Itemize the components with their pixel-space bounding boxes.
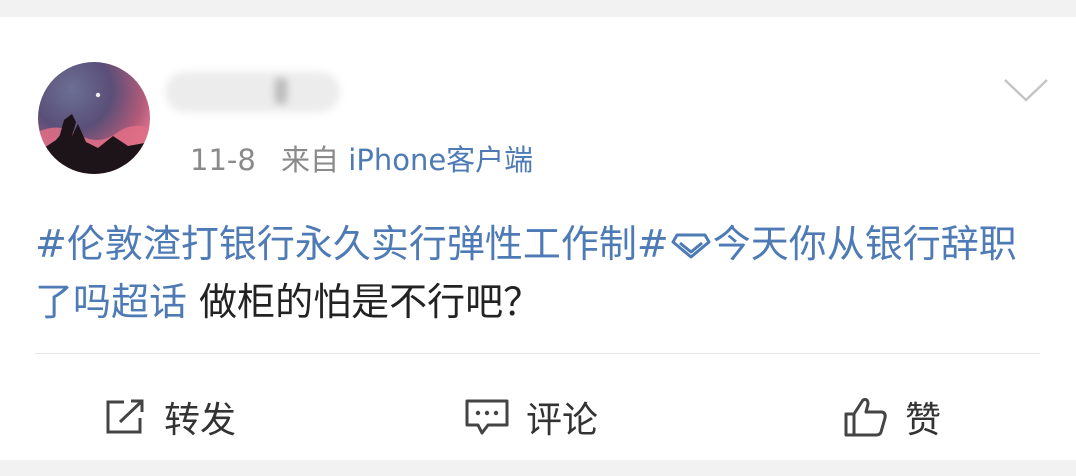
topic-link[interactable]: #伦敦渣打银行永久实行弹性工作制# bbox=[35, 222, 669, 266]
divider bbox=[35, 353, 1040, 354]
post-meta: 11-8 来自 iPhone客户端 bbox=[190, 137, 533, 179]
like-label: 赞 bbox=[905, 400, 942, 441]
thumbs-up-icon bbox=[844, 398, 887, 437]
post-time: 11-8 bbox=[190, 143, 256, 177]
diamond-icon bbox=[671, 233, 711, 259]
repost-button[interactable]: 转发 bbox=[104, 392, 236, 442]
comment-bubble-icon bbox=[465, 399, 509, 435]
post-text: 做柜的怕是不行吧？ bbox=[199, 280, 542, 324]
source-device-link[interactable]: iPhone客户端 bbox=[348, 143, 533, 177]
chevron-down-icon[interactable] bbox=[1003, 77, 1049, 103]
avatar[interactable] bbox=[38, 62, 150, 174]
comment-label: 评论 bbox=[526, 400, 599, 441]
like-button[interactable]: 赞 bbox=[843, 392, 941, 442]
post-content: #伦敦渣打银行永久实行弹性工作制# 今天你从银行辞职了吗超话 做柜的怕是不行吧？ bbox=[35, 215, 1045, 331]
comment-button[interactable]: 评论 bbox=[464, 392, 598, 442]
username-blurred[interactable] bbox=[165, 72, 340, 112]
repost-label: 转发 bbox=[164, 400, 237, 441]
source-prefix: 来自 bbox=[281, 143, 340, 177]
post-card: 11-8 来自 iPhone客户端 #伦敦渣打银行永久实行弹性工作制# 今天你从… bbox=[0, 17, 1076, 460]
share-square-icon bbox=[106, 399, 144, 434]
